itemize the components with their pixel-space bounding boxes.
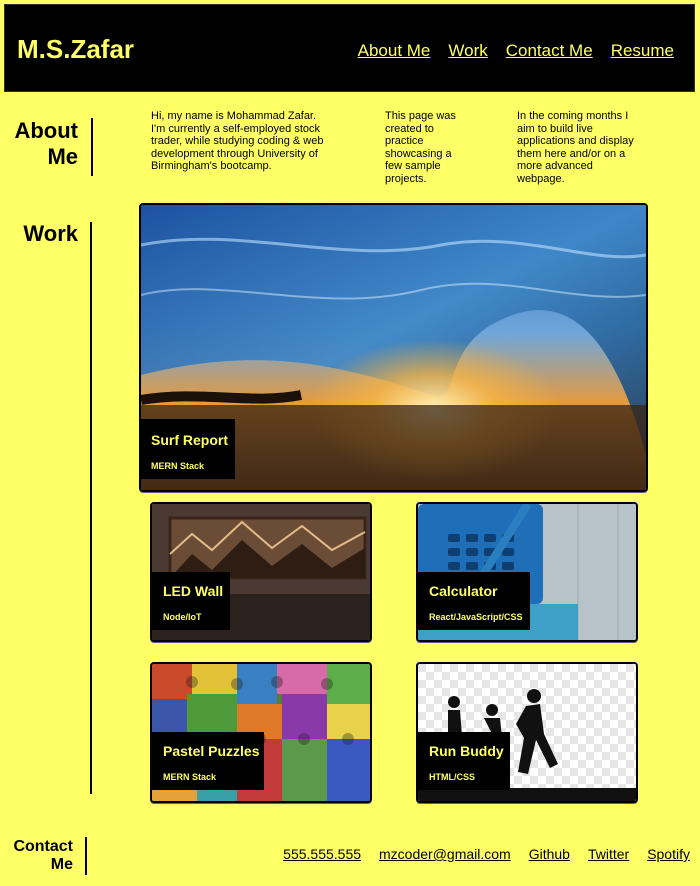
contact-email-link[interactable]: mzcoder@gmail.com bbox=[379, 846, 511, 862]
about-divider bbox=[91, 118, 93, 176]
contact-spotify-link[interactable]: Spotify bbox=[647, 846, 690, 862]
contact-links: 555.555.555 mzcoder@gmail.com Github Twi… bbox=[283, 846, 690, 862]
about-paragraph-purpose: This page was created to practice showca… bbox=[385, 110, 456, 185]
about-paragraph-plans: In the coming months I aim to build live… bbox=[517, 110, 634, 185]
project-label-run-buddy: Run Buddy HTML/CSS bbox=[418, 732, 510, 790]
nav-about-me[interactable]: About Me bbox=[358, 41, 431, 61]
main-nav: About Me Work Contact Me Resume bbox=[358, 41, 674, 61]
project-card-run-buddy[interactable]: Run Buddy HTML/CSS bbox=[416, 662, 638, 803]
about-paragraph-intro: Hi, my name is Mohammad Zafar. I'm curre… bbox=[151, 110, 324, 173]
contact-heading: Contact Me bbox=[13, 838, 73, 873]
project-label-pastel-puzzles: Pastel Puzzles MERN Stack bbox=[152, 732, 264, 790]
work-heading: Work bbox=[23, 221, 78, 246]
project-tech-led-wall: Node/IoT bbox=[163, 612, 202, 622]
project-card-pastel-puzzles[interactable]: Pastel Puzzles MERN Stack bbox=[150, 662, 372, 803]
work-divider bbox=[90, 222, 92, 794]
contact-twitter-link[interactable]: Twitter bbox=[588, 846, 629, 862]
project-label-calculator: Calculator React/JavaScript/CSS bbox=[418, 572, 530, 630]
project-name-calculator: Calculator bbox=[429, 583, 498, 599]
project-name-run-buddy: Run Buddy bbox=[429, 743, 504, 759]
project-label-surf-report: Surf Report MERN Stack bbox=[141, 419, 235, 479]
project-tech-pastel-puzzles: MERN Stack bbox=[163, 772, 217, 782]
project-tech-surf-report: MERN Stack bbox=[151, 461, 205, 471]
project-card-surf-report[interactable]: Surf Report MERN Stack bbox=[139, 203, 648, 492]
site-header: M.S.Zafar About Me Work Contact Me Resum… bbox=[4, 4, 695, 92]
project-tech-calculator: React/JavaScript/CSS bbox=[429, 612, 523, 622]
nav-contact-me[interactable]: Contact Me bbox=[506, 41, 593, 61]
project-label-led-wall: LED Wall Node/IoT bbox=[152, 572, 230, 630]
project-name-led-wall: LED Wall bbox=[163, 583, 224, 599]
nav-work[interactable]: Work bbox=[448, 41, 487, 61]
project-name-surf-report: Surf Report bbox=[151, 432, 228, 448]
project-tech-run-buddy: HTML/CSS bbox=[429, 772, 475, 782]
contact-divider bbox=[85, 837, 87, 875]
about-heading: About Me bbox=[14, 118, 78, 169]
project-card-calculator[interactable]: Calculator React/JavaScript/CSS bbox=[416, 502, 638, 642]
project-card-led-wall[interactable]: LED Wall Node/IoT bbox=[150, 502, 372, 642]
nav-resume[interactable]: Resume bbox=[611, 41, 674, 61]
project-name-pastel-puzzles: Pastel Puzzles bbox=[163, 743, 260, 759]
contact-github-link[interactable]: Github bbox=[529, 846, 570, 862]
contact-phone-link[interactable]: 555.555.555 bbox=[283, 846, 361, 862]
site-logo[interactable]: M.S.Zafar bbox=[17, 34, 134, 65]
